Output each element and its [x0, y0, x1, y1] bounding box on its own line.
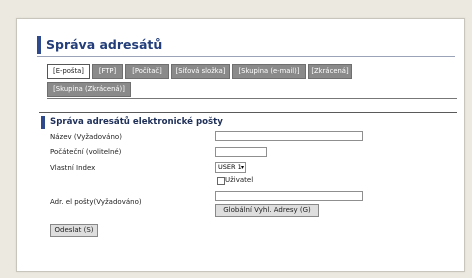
email-label: Adr. el pošty(Vyžadováno)	[50, 198, 142, 206]
tabs-divider	[47, 98, 457, 99]
tab-email[interactable]: [E-pošta]	[47, 64, 90, 79]
name-label: Název (Vyžadováno)	[50, 133, 122, 141]
initial-input[interactable]	[215, 147, 267, 157]
name-input[interactable]	[215, 131, 363, 141]
tab-computer[interactable]: [Počítač]	[125, 64, 169, 79]
index-select-value: USER 1	[218, 163, 242, 171]
submit-button[interactable]: Odeslat (S)	[50, 224, 98, 237]
tab-group-shortcut[interactable]: [Skupina (Zkrácená)]	[47, 82, 131, 97]
tab-group-email[interactable]: [Skupina (e-mail)]	[232, 64, 306, 79]
section-divider	[39, 112, 457, 113]
index-select[interactable]: USER 1 ▾	[215, 162, 246, 173]
index-label: Vlastní Index	[50, 164, 96, 172]
page-title: Správa adresátů	[46, 37, 163, 52]
email-input[interactable]	[215, 191, 363, 201]
initial-label: Počáteční (volitelné)	[50, 148, 122, 156]
section-accent-bar	[41, 116, 45, 129]
global-address-button[interactable]: Globální Vyhl. Adresy (G)	[215, 204, 319, 217]
user-checkbox[interactable]	[217, 177, 225, 185]
tab-network-folder[interactable]: [Síťová složka]	[171, 64, 230, 79]
address-manager-panel: Správa adresátů [E-pošta] [FTP] [Počítač…	[16, 18, 465, 272]
title-divider	[37, 56, 455, 57]
tab-shortcut[interactable]: [Zkrácená]	[308, 64, 352, 79]
title-accent-bar	[37, 36, 41, 54]
tab-ftp[interactable]: [FTP]	[92, 64, 123, 79]
chevron-down-icon: ▾	[240, 164, 244, 171]
user-checkbox-label: Uživatel	[225, 176, 254, 184]
section-title: Správa adresátů elektronické pošty	[50, 117, 223, 127]
